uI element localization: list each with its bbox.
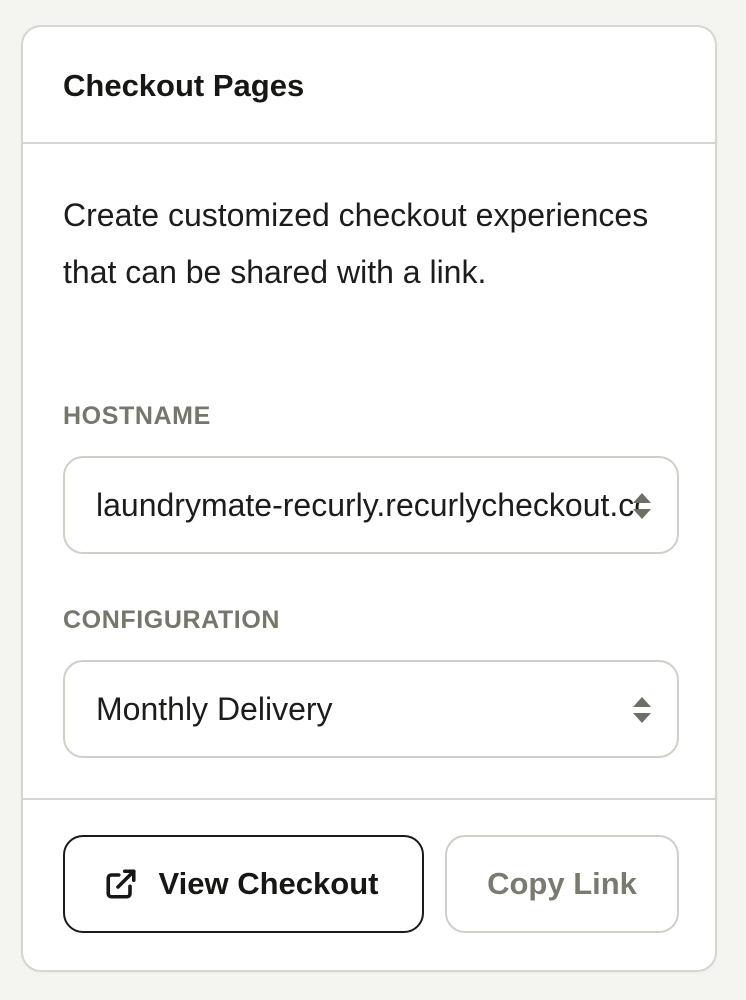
- card-header: Checkout Pages: [23, 27, 715, 144]
- copy-link-button[interactable]: Copy Link: [445, 835, 679, 933]
- copy-link-label: Copy Link: [487, 866, 637, 901]
- hostname-select-value: laundrymate-recurly.recurlycheckout.com: [96, 487, 644, 523]
- configuration-select[interactable]: Monthly Delivery: [63, 660, 679, 758]
- external-link-icon: [105, 869, 136, 899]
- view-checkout-label: View Checkout: [158, 866, 379, 901]
- view-checkout-button[interactable]: View Checkout: [63, 835, 424, 933]
- configuration-select-value: Monthly Delivery: [96, 691, 333, 727]
- hostname-select[interactable]: laundrymate-recurly.recurlycheckout.com: [63, 456, 679, 554]
- select-arrows-icon: [633, 697, 651, 723]
- card-description: Create customized checkout experiences t…: [63, 197, 649, 290]
- configuration-label: CONFIGURATION: [63, 606, 281, 634]
- hostname-label: HOSTNAME: [63, 402, 211, 430]
- card-title: Checkout Pages: [63, 68, 305, 103]
- footer-divider: [23, 798, 715, 800]
- select-arrows-icon: [633, 493, 651, 519]
- checkout-pages-card: Checkout Pages Create customized checkou…: [21, 25, 717, 972]
